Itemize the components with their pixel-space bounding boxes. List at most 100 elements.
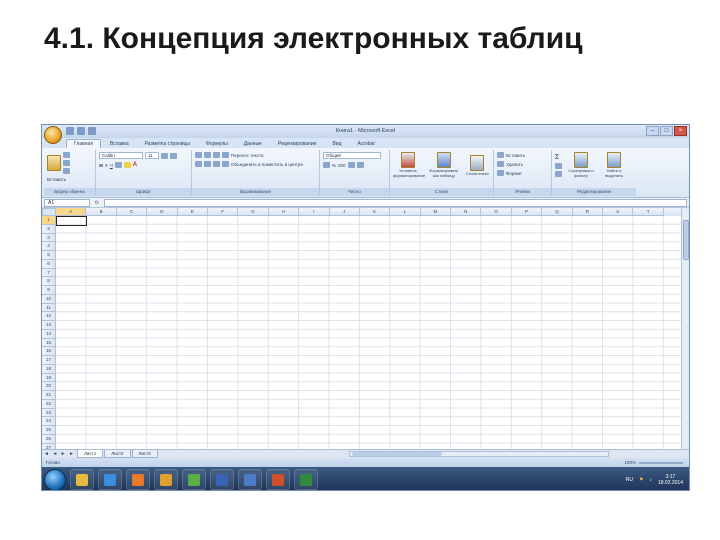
active-cell[interactable]	[56, 216, 87, 226]
clock[interactable]: 3:17 18.02.2014	[658, 474, 683, 486]
column-header[interactable]: R	[572, 208, 604, 216]
align-middle-icon[interactable]	[204, 152, 211, 158]
insert-cells-button[interactable]: Вставить	[506, 153, 525, 158]
row-header[interactable]: 20	[42, 382, 56, 391]
column-header[interactable]: J	[329, 208, 360, 216]
sheet-tab[interactable]: Лист2	[104, 450, 131, 458]
taskbar-app-chrome[interactable]	[182, 469, 206, 490]
language-indicator[interactable]: RU	[626, 477, 633, 483]
zoom-level[interactable]: 100%	[624, 460, 636, 465]
merge-center-button[interactable]: Объединить и поместить в центре	[231, 162, 303, 167]
indent-icon[interactable]	[222, 161, 229, 167]
minimize-icon[interactable]: –	[646, 126, 659, 136]
column-header[interactable]: M	[420, 208, 452, 216]
row-header[interactable]: 21	[42, 391, 56, 400]
column-header[interactable]: A	[56, 208, 87, 216]
ribbon-tab[interactable]: Главная	[66, 139, 102, 148]
ribbon-tab[interactable]: Формулы	[199, 140, 235, 148]
copy-icon[interactable]	[63, 160, 70, 166]
row-header[interactable]: 12	[42, 312, 56, 321]
row-header[interactable]: 1	[42, 216, 56, 225]
currency-icon[interactable]	[323, 162, 330, 168]
shrink-font-icon[interactable]	[170, 152, 177, 159]
close-icon[interactable]: ×	[674, 126, 687, 136]
row-header[interactable]: 5	[42, 251, 56, 260]
flag-icon[interactable]: ⚑	[639, 477, 643, 483]
align-center-icon[interactable]	[204, 161, 211, 167]
taskbar-app-paint[interactable]	[154, 469, 178, 490]
orientation-icon[interactable]	[222, 152, 229, 158]
decrease-decimal-icon[interactable]	[356, 162, 364, 168]
font-color-icon[interactable]: A	[133, 162, 137, 168]
font-name-select[interactable]: Calibri	[99, 152, 143, 159]
column-header[interactable]: E	[177, 208, 208, 216]
row-header[interactable]: 3	[42, 233, 56, 243]
ribbon-tab[interactable]: Acrobat	[350, 140, 381, 148]
column-header[interactable]: Q	[542, 208, 573, 216]
clear-icon[interactable]	[555, 170, 562, 177]
row-header[interactable]: 19	[42, 373, 56, 383]
fill-icon[interactable]	[555, 162, 562, 169]
fill-color-icon[interactable]	[123, 162, 131, 168]
sheet-tab[interactable]: Лист1	[76, 450, 104, 458]
underline-icon[interactable]: Ч	[110, 163, 113, 168]
delete-cells-button[interactable]: Удалить	[506, 162, 523, 167]
row-header[interactable]: 25	[42, 426, 56, 435]
row-header[interactable]: 10	[42, 294, 56, 304]
borders-icon[interactable]	[114, 162, 122, 168]
taskbar-app-excel[interactable]	[294, 469, 318, 490]
row-header[interactable]: 4	[42, 242, 56, 251]
column-header[interactable]: C	[116, 208, 148, 216]
column-header[interactable]: D	[147, 208, 178, 216]
horizontal-scrollbar[interactable]	[348, 451, 609, 457]
row-header[interactable]: 26	[42, 434, 56, 444]
column-header[interactable]: T	[633, 208, 664, 216]
cut-icon[interactable]	[63, 152, 70, 158]
ribbon-tab[interactable]: Данные	[237, 140, 269, 148]
align-bottom-icon[interactable]	[213, 152, 220, 158]
taskbar-app-outlook[interactable]	[238, 469, 262, 490]
sheet-tab[interactable]: Лист3	[131, 450, 158, 458]
bold-icon[interactable]: Ж	[99, 163, 103, 168]
sort-filter-button[interactable]: Сортировка и фильтр	[566, 152, 596, 178]
column-header[interactable]: K	[359, 208, 391, 216]
maximize-icon[interactable]: □	[660, 126, 673, 136]
ribbon-tab[interactable]: Вставка	[103, 140, 136, 148]
cell-area[interactable]	[56, 216, 681, 452]
taskbar-app-powerpoint[interactable]	[266, 469, 290, 490]
volume-icon[interactable]: ♪	[649, 477, 652, 483]
ribbon-tab[interactable]: Вид	[325, 140, 348, 148]
find-select-button[interactable]: Найти и выделить	[600, 152, 628, 178]
paste-icon[interactable]	[47, 155, 61, 171]
align-left-icon[interactable]	[195, 161, 202, 167]
column-header[interactable]: O	[481, 208, 512, 216]
row-header[interactable]: 14	[42, 329, 56, 339]
row-header[interactable]: 13	[42, 321, 56, 330]
increase-decimal-icon[interactable]	[347, 162, 355, 168]
column-header[interactable]: P	[511, 208, 543, 216]
conditional-formatting-button[interactable]: Условное форматирование	[393, 152, 425, 178]
format-painter-icon[interactable]	[63, 168, 70, 174]
row-header[interactable]: 16	[42, 347, 56, 356]
row-header[interactable]: 7	[42, 268, 56, 278]
italic-icon[interactable]: К	[105, 163, 108, 168]
format-as-table-button[interactable]: Форматировать как таблицу	[427, 152, 460, 178]
taskbar-app-word[interactable]	[210, 469, 234, 490]
row-header[interactable]: 17	[42, 356, 56, 365]
number-format-select[interactable]: Общий	[323, 152, 381, 159]
percent-icon[interactable]: %	[332, 163, 336, 168]
autosum-icon[interactable]: Σ	[555, 154, 559, 161]
row-header[interactable]: 11	[42, 303, 56, 313]
taskbar-app-explorer[interactable]	[70, 469, 94, 490]
office-button[interactable]	[44, 126, 62, 144]
column-header[interactable]: H	[268, 208, 300, 216]
align-right-icon[interactable]	[213, 161, 220, 167]
start-button[interactable]	[44, 468, 66, 490]
column-header[interactable]: S	[603, 208, 634, 216]
wrap-text-button[interactable]: Перенос текста	[231, 153, 264, 158]
column-header[interactable]: F	[207, 208, 239, 216]
ribbon-tab[interactable]: Рецензирование	[271, 140, 324, 148]
font-size-select[interactable]: 11	[145, 152, 159, 159]
row-header[interactable]: 9	[42, 286, 56, 295]
row-header[interactable]: 6	[42, 259, 56, 269]
